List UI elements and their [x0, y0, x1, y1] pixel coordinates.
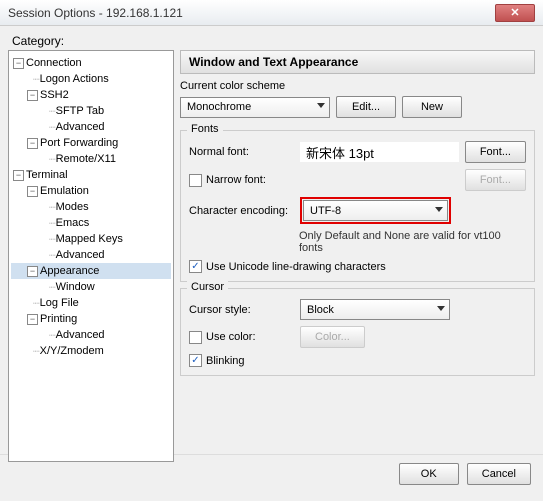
encoding-highlight: UTF-8 [300, 197, 451, 224]
normal-font-value: 新宋体 13pt [300, 142, 459, 162]
cursor-style-label: Cursor style: [189, 304, 294, 316]
collapse-icon[interactable]: − [27, 186, 38, 197]
tree-connection[interactable]: −Connection [11, 55, 171, 71]
close-icon: ✕ [510, 6, 519, 19]
tree-printing[interactable]: −Printing [11, 311, 171, 327]
narrow-font-button: Font... [465, 169, 526, 191]
close-button[interactable]: ✕ [495, 4, 535, 22]
category-tree[interactable]: −Connection ┈Logon Actions −SSH2 ┈SFTP T… [8, 50, 174, 462]
collapse-icon[interactable]: − [27, 314, 38, 325]
blinking-label: Blinking [206, 355, 245, 367]
panel-header: Window and Text Appearance [180, 50, 535, 74]
tree-emacs[interactable]: ┈Emacs [11, 215, 171, 231]
narrow-font-label: Narrow font: [206, 174, 266, 186]
tree-logon-actions[interactable]: ┈Logon Actions [11, 71, 171, 87]
tree-advanced-emu[interactable]: ┈Advanced [11, 247, 171, 263]
tree-mapped-keys[interactable]: ┈Mapped Keys [11, 231, 171, 247]
color-button: Color... [300, 326, 365, 348]
fonts-group-title: Fonts [187, 123, 223, 135]
chevron-down-icon [437, 306, 445, 314]
tree-port-forwarding[interactable]: −Port Forwarding [11, 135, 171, 151]
tree-appearance[interactable]: −Appearance [11, 263, 171, 279]
tree-log-file[interactable]: ┈Log File [11, 295, 171, 311]
collapse-icon[interactable]: − [13, 58, 24, 69]
tree-remote-x11[interactable]: ┈Remote/X11 [11, 151, 171, 167]
cancel-button[interactable]: Cancel [467, 463, 531, 485]
tree-window[interactable]: ┈Window [11, 279, 171, 295]
tree-xyzmodem[interactable]: ┈X/Y/Zmodem [11, 343, 171, 359]
blinking-checkbox[interactable]: ✓ [189, 354, 202, 367]
unicode-lines-label: Use Unicode line-drawing characters [206, 261, 386, 273]
tree-terminal[interactable]: −Terminal [11, 167, 171, 183]
use-color-label: Use color: [206, 331, 256, 343]
unicode-lines-checkbox[interactable]: ✓ [189, 260, 202, 273]
titlebar: Session Options - 192.168.1.121 ✕ [0, 0, 543, 26]
ok-button[interactable]: OK [399, 463, 459, 485]
color-scheme-section: Current color scheme Monochrome Edit... … [180, 80, 535, 124]
color-scheme-label: Current color scheme [180, 80, 535, 92]
color-scheme-dropdown[interactable]: Monochrome [180, 97, 330, 118]
tree-sftp-tab[interactable]: ┈SFTP Tab [11, 103, 171, 119]
normal-font-label: Normal font: [189, 146, 294, 158]
tree-emulation[interactable]: −Emulation [11, 183, 171, 199]
narrow-font-checkbox[interactable] [189, 174, 202, 187]
settings-panel: Window and Text Appearance Current color… [180, 50, 535, 446]
chevron-down-icon [435, 207, 443, 215]
tree-advanced-print[interactable]: ┈Advanced [11, 327, 171, 343]
cursor-group-title: Cursor [187, 281, 228, 293]
edit-button[interactable]: Edit... [336, 96, 396, 118]
tree-advanced-ssh[interactable]: ┈Advanced [11, 119, 171, 135]
tree-modes[interactable]: ┈Modes [11, 199, 171, 215]
collapse-icon[interactable]: − [27, 90, 38, 101]
collapse-icon[interactable]: − [13, 170, 24, 181]
font-button[interactable]: Font... [465, 141, 526, 163]
new-button[interactable]: New [402, 96, 462, 118]
encoding-hint: Only Default and None are valid for vt10… [299, 230, 526, 254]
use-color-checkbox[interactable] [189, 331, 202, 344]
window-title: Session Options - 192.168.1.121 [8, 6, 183, 20]
cursor-style-dropdown[interactable]: Block [300, 299, 450, 320]
tree-ssh2[interactable]: −SSH2 [11, 87, 171, 103]
collapse-icon[interactable]: − [27, 266, 38, 277]
category-label: Category: [12, 34, 64, 48]
chevron-down-icon [317, 103, 325, 111]
cursor-group: Cursor Cursor style: Block Use color: Co… [180, 288, 535, 376]
fonts-group: Fonts Normal font: 新宋体 13pt Font... Narr… [180, 130, 535, 282]
encoding-label: Character encoding: [189, 205, 294, 217]
collapse-icon[interactable]: − [27, 138, 38, 149]
encoding-dropdown[interactable]: UTF-8 [303, 200, 448, 221]
